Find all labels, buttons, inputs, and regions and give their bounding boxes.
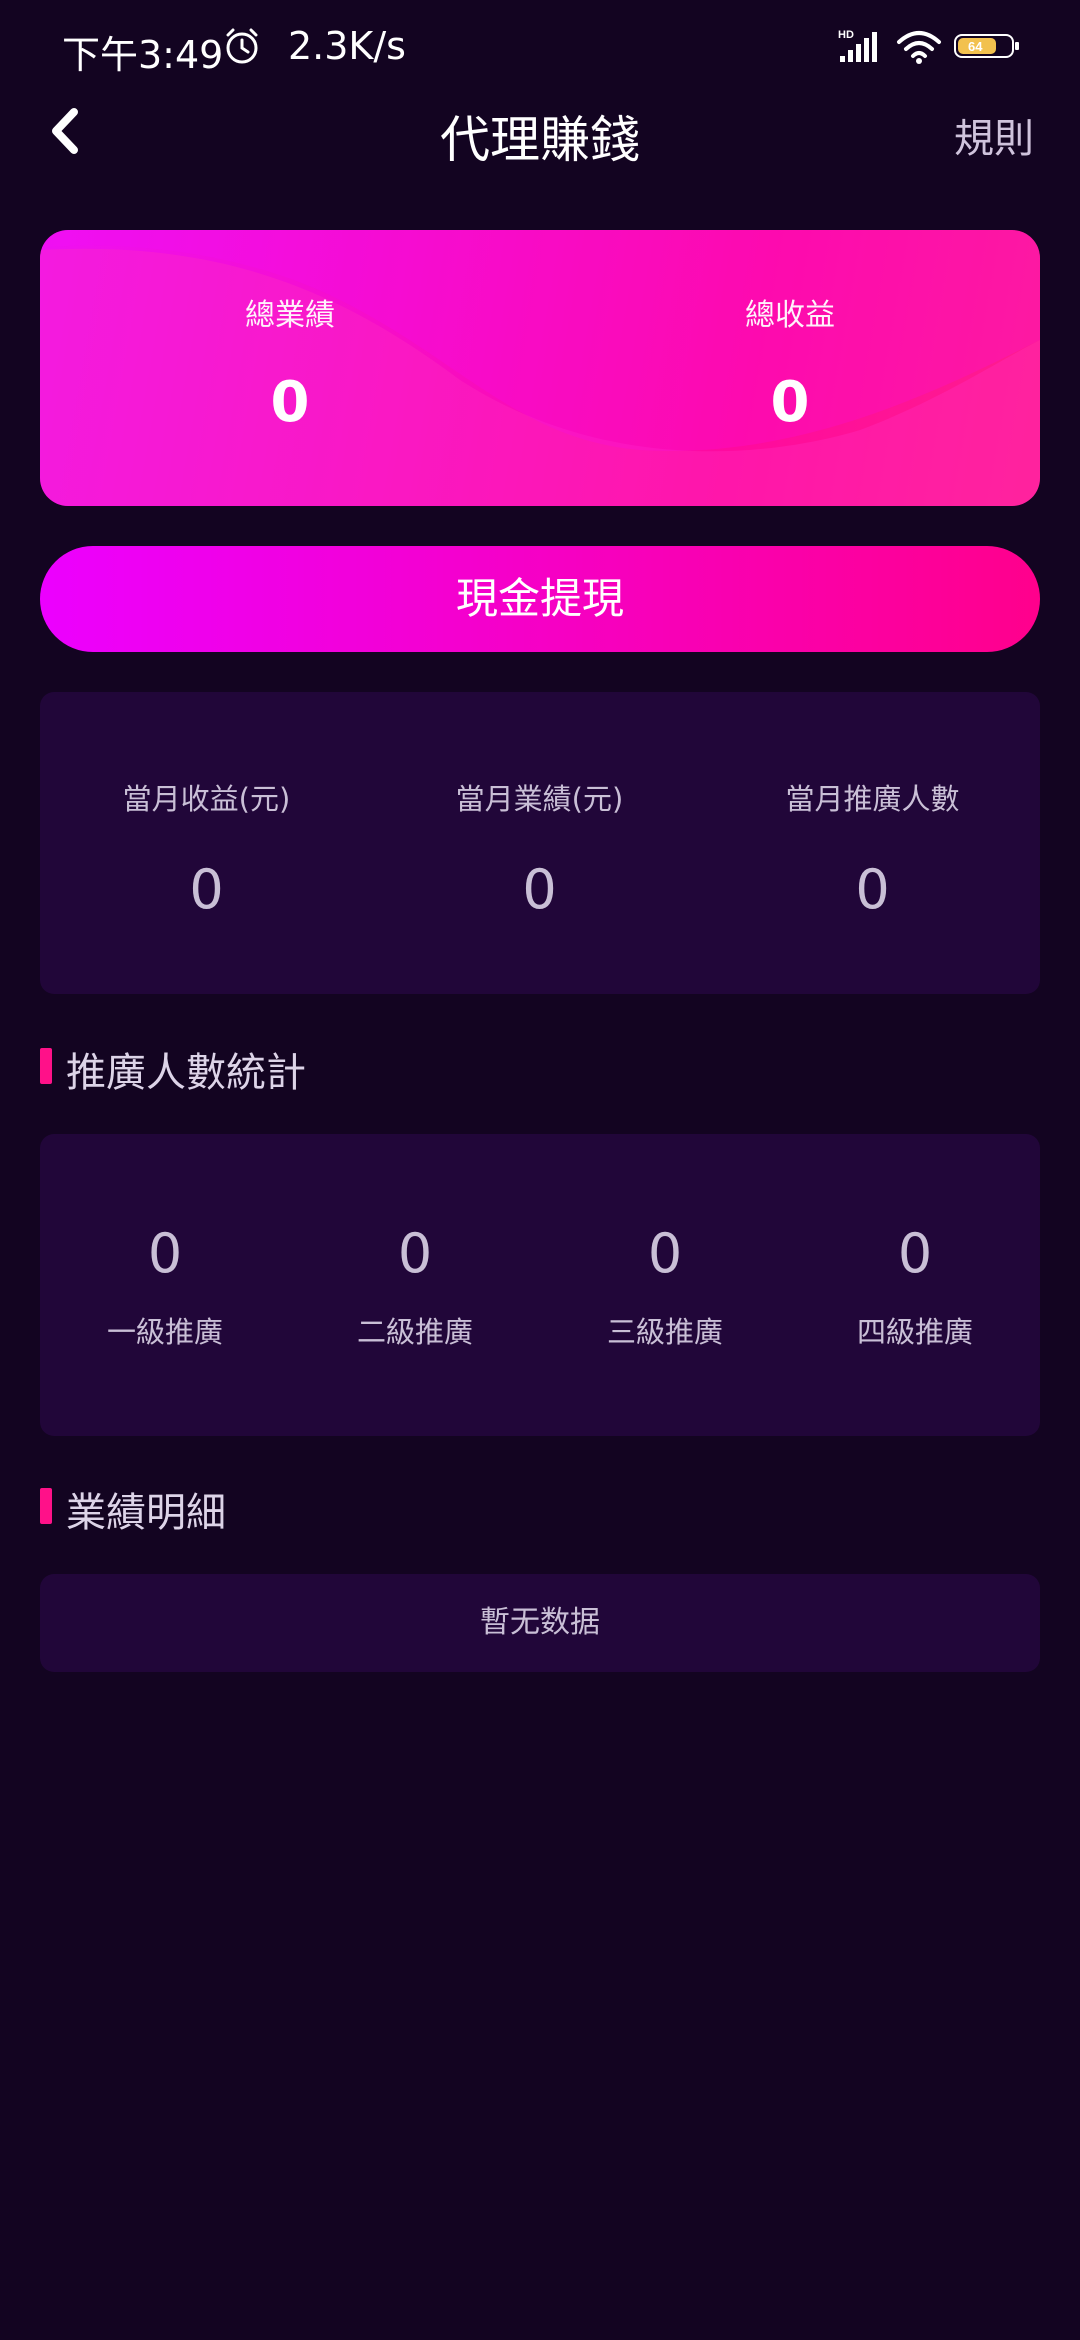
cash-withdraw-button[interactable]: 現金提現 <box>40 546 1040 652</box>
performance-details-title: 業績明細 <box>66 1490 226 1536</box>
monthly-earnings-value: 0 <box>189 858 224 921</box>
nav-bar: 代理賺錢 規則 <box>0 96 1080 226</box>
battery-level: 64 <box>968 39 983 54</box>
monthly-earnings: 當月收益(元) 0 <box>40 776 373 921</box>
performance-details-list: 暫无数据 <box>40 1574 1040 1672</box>
level-1-label: 一級推廣 <box>106 1315 223 1349</box>
wifi-icon <box>897 31 941 64</box>
level-2-value: 0 <box>397 1222 433 1285</box>
network-speed: 2.3K/s <box>288 24 406 68</box>
total-earnings-value: 0 <box>770 370 810 435</box>
total-performance-value: 0 <box>270 370 310 435</box>
level-3-label: 三級推廣 <box>606 1315 723 1349</box>
battery-icon: 64 <box>954 34 1019 58</box>
level-2-label: 二級推廣 <box>356 1315 473 1349</box>
monthly-promoted-count-label: 當月推廣人數 <box>785 782 960 816</box>
level-4-label: 四級推廣 <box>856 1315 973 1349</box>
monthly-earnings-label: 當月收益(元) <box>122 782 291 816</box>
level-3-promotion: 0 三級推廣 <box>540 1222 790 1351</box>
monthly-performance-value: 0 <box>522 858 557 921</box>
monthly-promoted-count: 當月推廣人數 0 <box>706 776 1039 921</box>
empty-state-text: 暫无数据 <box>480 1605 600 1640</box>
status-time: 下午3:49 <box>62 33 224 77</box>
total-earnings: 總收益 0 <box>540 290 1040 435</box>
signal-strength-icon: HD <box>838 29 877 62</box>
monthly-performance-label: 當月業績(元) <box>455 782 624 816</box>
total-earnings-label: 總收益 <box>745 298 835 333</box>
back-chevron-icon[interactable] <box>40 100 90 162</box>
promotion-stats-title: 推廣人數統計 <box>66 1050 306 1096</box>
agent-earnings-page: 下午3:49 2.3K/s HD 64 代理賺錢 規則 總業績 0 總收益 0 … <box>0 0 1080 2340</box>
level-1-value: 0 <box>147 1222 183 1285</box>
level-3-value: 0 <box>647 1222 683 1285</box>
level-4-value: 0 <box>897 1222 933 1285</box>
total-performance: 總業績 0 <box>40 290 540 435</box>
status-bar: 下午3:49 2.3K/s HD 64 <box>0 0 1080 96</box>
total-performance-label: 總業績 <box>245 298 335 333</box>
svg-text:HD: HD <box>838 29 854 41</box>
level-1-promotion: 0 一級推廣 <box>40 1222 290 1351</box>
page-title: 代理賺錢 <box>440 111 640 169</box>
monthly-performance: 當月業績(元) 0 <box>373 776 706 921</box>
level-4-promotion: 0 四級推廣 <box>790 1222 1040 1351</box>
monthly-promoted-count-value: 0 <box>855 858 890 921</box>
section-accent-bar <box>40 1488 52 1524</box>
monthly-stats-panel: 當月收益(元) 0 當月業績(元) 0 當月推廣人數 0 <box>40 692 1040 994</box>
level-2-promotion: 0 二級推廣 <box>290 1222 540 1351</box>
summary-card: 總業績 0 總收益 0 <box>40 230 1040 506</box>
promotion-levels-panel: 0 一級推廣 0 二級推廣 0 三級推廣 0 四級推廣 <box>40 1134 1040 1436</box>
alarm-clock-icon <box>226 28 258 64</box>
section-accent-bar <box>40 1048 52 1084</box>
rules-link[interactable]: 規則 <box>954 106 1034 164</box>
